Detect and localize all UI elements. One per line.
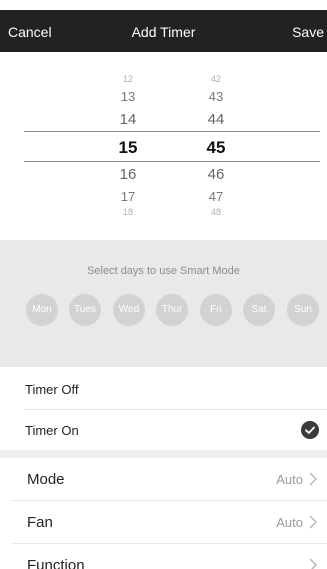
mode-value: Auto	[276, 472, 303, 487]
hour-option: 17	[120, 189, 136, 204]
hour-selected: 15	[118, 138, 138, 157]
function-label: Function	[27, 557, 85, 569]
minute-option: 47	[208, 189, 224, 204]
chevron-right-icon	[309, 558, 317, 569]
day-sat[interactable]: Sat	[243, 294, 275, 326]
chevron-right-icon	[309, 472, 317, 491]
day-fri[interactable]: Fri	[200, 294, 232, 326]
fan-row[interactable]: Fan Auto	[12, 501, 327, 543]
timer-off-option[interactable]: Timer Off	[0, 367, 327, 409]
page-title: Add Timer	[131, 24, 196, 40]
smart-mode-caption: Select days to use Smart Mode	[87, 265, 240, 277]
day-thur[interactable]: Thur	[156, 294, 188, 326]
minute-option: 48	[210, 207, 221, 217]
mode-label: Mode	[27, 471, 65, 488]
day-wed[interactable]: Wed	[113, 294, 145, 326]
fan-label: Fan	[27, 514, 53, 531]
timer-on-label: Timer On	[25, 423, 79, 438]
checkmark-icon	[301, 421, 319, 439]
minute-option: 46	[207, 166, 225, 183]
day-tues[interactable]: Tues	[69, 294, 101, 326]
chevron-right-icon	[309, 515, 317, 534]
status-strip	[0, 0, 327, 10]
section-gap	[0, 450, 327, 458]
day-mon[interactable]: Mon	[26, 294, 58, 326]
minute-selected: 45	[206, 138, 226, 157]
smart-mode-panel: Select days to use Smart Mode Mon Tues W…	[0, 240, 327, 367]
hour-option: 14	[119, 111, 137, 128]
timer-on-option[interactable]: Timer On	[0, 410, 327, 450]
minute-option: 42	[210, 74, 221, 84]
mode-row[interactable]: Mode Auto	[12, 458, 327, 500]
hour-option: 16	[119, 166, 137, 183]
timer-off-label: Timer Off	[25, 382, 79, 397]
hour-option: 18	[122, 207, 133, 217]
day-sun[interactable]: Sun	[287, 294, 319, 326]
minute-option: 43	[208, 89, 224, 104]
picker-selection-top-line	[24, 131, 320, 132]
fan-value: Auto	[276, 515, 303, 530]
minute-option: 44	[207, 111, 225, 128]
hour-option: 12	[122, 74, 133, 84]
function-row[interactable]: Function	[12, 544, 327, 569]
hour-option: 13	[120, 89, 136, 104]
picker-selection-bottom-line	[24, 161, 320, 162]
time-picker[interactable]: 12 13 14 15 16 17 18 42 43 44 45 46 47 4…	[0, 52, 327, 238]
save-button[interactable]: Save	[292, 24, 324, 40]
header-bar: Cancel Add Timer Save	[0, 10, 327, 52]
